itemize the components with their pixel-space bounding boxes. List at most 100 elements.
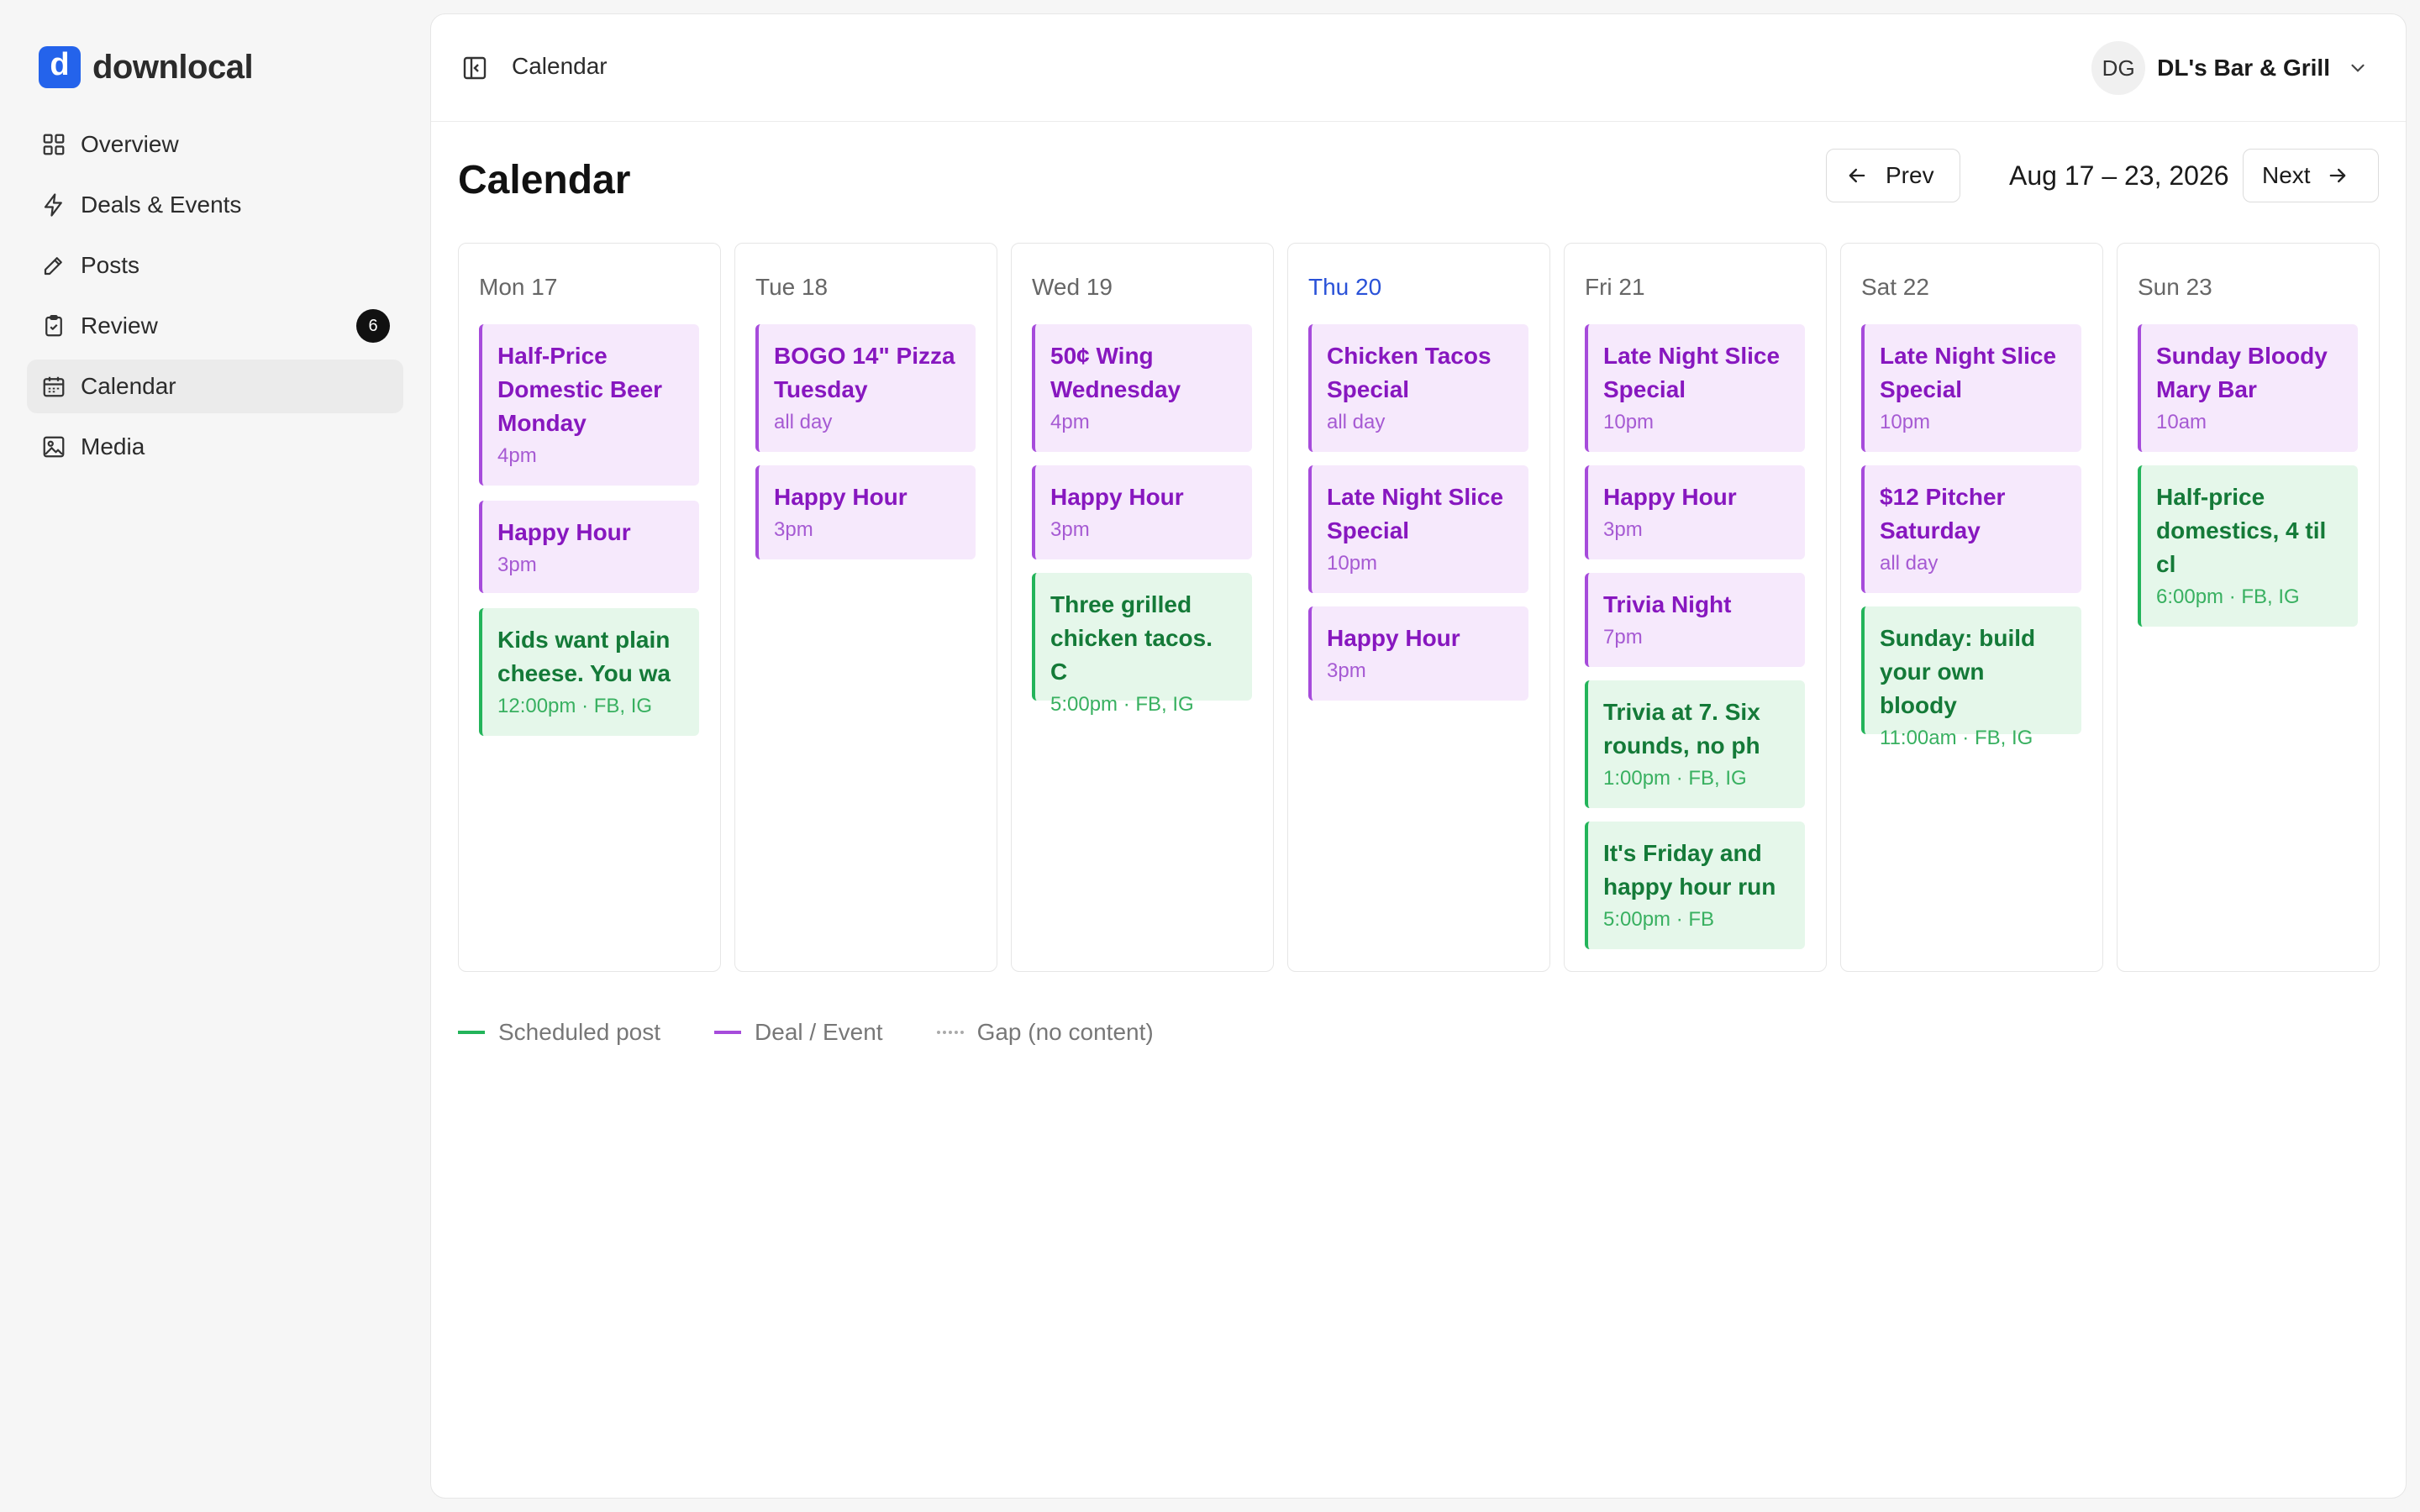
event-time: 4pm: [497, 444, 537, 467]
event-time: 7pm: [1603, 626, 1643, 648]
review-count-badge: 6: [356, 309, 390, 343]
sidebar-item-overview[interactable]: Overview: [27, 118, 403, 171]
day-label: Sun 23: [2138, 274, 2212, 300]
legend-swatch-post: [458, 1031, 485, 1034]
post-card[interactable]: Trivia at 7. Six rounds, no ph 1:00pm · …: [1585, 680, 1805, 808]
day-column-sun-23[interactable]: Sun 23 Sunday Bloody Mary Bar 10am Half-…: [2117, 243, 2380, 972]
calendar-week-grid: Mon 17 Half-Price Domestic Beer Monday 4…: [458, 243, 2381, 972]
day-label: Fri 21: [1585, 274, 1645, 300]
sidebar-item-label: Media: [81, 433, 145, 459]
event-card[interactable]: Happy Hour 3pm: [1308, 606, 1528, 701]
event-card[interactable]: Sunday Bloody Mary Bar 10am: [2138, 324, 2358, 452]
post-card[interactable]: Sunday: build your own bloody 11:00am · …: [1861, 606, 2081, 749]
event-card[interactable]: 50¢ Wing Wednesday 4pm: [1032, 324, 1252, 452]
day-label-today: Thu 20: [1308, 274, 1382, 300]
event-card[interactable]: $12 Pitcher Saturday all day: [1861, 465, 2081, 593]
day-column-tue-18[interactable]: Tue 18 BOGO 14" Pizza Tuesday all day Ha…: [734, 243, 997, 972]
sidebar-item-posts[interactable]: Posts: [27, 239, 403, 292]
sidebar-item-calendar[interactable]: Calendar: [27, 360, 403, 413]
event-title: Happy Hour: [774, 484, 908, 510]
day-label: Sat 22: [1861, 274, 1929, 300]
legend-item-deal: Deal / Event: [714, 1019, 883, 1046]
post-time: 5:00pm · FB, IG: [1050, 693, 1194, 716]
post-time: 12:00pm · FB, IG: [497, 695, 653, 717]
event-card[interactable]: Happy Hour 3pm: [1032, 465, 1252, 559]
event-title: Half-Price Domestic Beer Monday: [497, 343, 663, 436]
image-icon: [40, 433, 67, 460]
event-card[interactable]: Trivia Night 7pm: [1585, 573, 1805, 667]
sidebar-item-review[interactable]: Review 6: [27, 299, 403, 353]
event-time: 3pm: [1603, 518, 1643, 541]
event-time: 3pm: [1050, 518, 1090, 541]
event-title: Late Night Slice Special: [1603, 343, 1781, 402]
event-title: Trivia Night: [1603, 591, 1732, 617]
post-card[interactable]: Kids want plain cheese. You wa 12:00pm ·…: [479, 608, 699, 736]
calendar-icon: [40, 373, 67, 400]
calendar-legend: Scheduled post Deal / Event Gap (no cont…: [458, 1016, 1207, 1049]
account-switcher[interactable]: DG DL's Bar & Grill: [2091, 41, 2369, 95]
sidebar-item-label: Calendar: [81, 373, 176, 399]
event-title: Late Night Slice Special: [1327, 484, 1504, 543]
sidebar-toggle-icon[interactable]: [461, 55, 488, 81]
event-card[interactable]: Late Night Slice Special 10pm: [1861, 324, 2081, 452]
topbar: Calendar DG DL's Bar & Grill: [431, 14, 2406, 122]
post-time: 1:00pm · FB, IG: [1603, 767, 1747, 790]
post-title: Half-price domestics, 4 til cl: [2156, 484, 2327, 577]
event-time: all day: [774, 411, 833, 433]
day-column-mon-17[interactable]: Mon 17 Half-Price Domestic Beer Monday 4…: [458, 243, 721, 972]
event-card[interactable]: Half-Price Domestic Beer Monday 4pm: [479, 324, 699, 486]
day-column-thu-20[interactable]: Thu 20 Chicken Tacos Special all day Lat…: [1287, 243, 1550, 972]
day-column-fri-21[interactable]: Fri 21 Late Night Slice Special 10pm Hap…: [1564, 243, 1827, 972]
event-time: 10am: [2156, 411, 2207, 433]
legend-item-post: Scheduled post: [458, 1019, 660, 1046]
sidebar-nav: Overview Deals & Events Posts Review 6 C…: [27, 118, 403, 480]
event-title: Happy Hour: [1327, 625, 1460, 651]
next-week-button[interactable]: Next: [2243, 149, 2379, 202]
event-time: 3pm: [497, 554, 537, 576]
prev-week-button[interactable]: Prev: [1826, 149, 1960, 202]
day-column-sat-22[interactable]: Sat 22 Late Night Slice Special 10pm $12…: [1840, 243, 2103, 972]
event-time: all day: [1327, 411, 1386, 433]
event-card[interactable]: BOGO 14" Pizza Tuesday all day: [755, 324, 976, 452]
event-card[interactable]: Late Night Slice Special 10pm: [1308, 465, 1528, 593]
account-name: DL's Bar & Grill: [2157, 55, 2330, 81]
event-time: 10pm: [1880, 411, 1931, 433]
sidebar-item-deals-events[interactable]: Deals & Events: [27, 178, 403, 232]
clipboard-check-icon: [40, 312, 67, 339]
topbar-title: Calendar: [512, 53, 608, 79]
event-time: 3pm: [774, 518, 813, 541]
post-title: Trivia at 7. Six rounds, no ph: [1603, 699, 1760, 759]
event-card[interactable]: Chicken Tacos Special all day: [1308, 324, 1528, 452]
post-card[interactable]: Three grilled chicken tacos. C 5:00pm · …: [1032, 573, 1252, 716]
date-range: Aug 17 – 23, 2026: [2009, 160, 2229, 191]
page-header: Calendar Prev Aug 17 – 23, 2026 Next: [458, 149, 2379, 216]
grid-icon: [40, 131, 67, 158]
brand[interactable]: d downlocal: [39, 45, 254, 89]
arrow-right-icon: [2329, 168, 2345, 183]
event-title: Sunday Bloody Mary Bar: [2156, 343, 2328, 402]
day-label: Tue 18: [755, 274, 829, 300]
event-title: Happy Hour: [497, 519, 631, 545]
post-card[interactable]: It's Friday and happy hour run 5:00pm · …: [1585, 822, 1805, 949]
event-card[interactable]: Late Night Slice Special 10pm: [1585, 324, 1805, 452]
arrow-left-icon: [1849, 168, 1865, 183]
event-title: Happy Hour: [1050, 484, 1184, 510]
legend-label: Deal / Event: [755, 1019, 883, 1045]
event-title: $12 Pitcher Saturday: [1880, 484, 2006, 543]
sidebar-item-label: Overview: [81, 131, 179, 157]
day-column-wed-19[interactable]: Wed 19 50¢ Wing Wednesday 4pm Happy Hour…: [1011, 243, 1274, 972]
event-card[interactable]: Happy Hour 3pm: [755, 465, 976, 559]
legend-label: Scheduled post: [498, 1019, 661, 1045]
event-title: Happy Hour: [1603, 484, 1737, 510]
sidebar-item-media[interactable]: Media: [27, 420, 403, 474]
legend-swatch-deal: [714, 1031, 742, 1034]
prev-label: Prev: [1886, 162, 1934, 188]
event-time: 3pm: [1327, 659, 1366, 682]
legend-label: Gap (no content): [976, 1019, 1154, 1045]
avatar: DG: [2091, 41, 2146, 95]
legend-swatch-gap: [936, 1031, 964, 1034]
event-card[interactable]: Happy Hour 3pm: [1585, 465, 1805, 559]
post-card[interactable]: Half-price domestics, 4 til cl 6:00pm · …: [2138, 465, 2358, 627]
post-time: 5:00pm · FB: [1603, 908, 1715, 931]
event-card[interactable]: Happy Hour 3pm: [479, 501, 699, 593]
